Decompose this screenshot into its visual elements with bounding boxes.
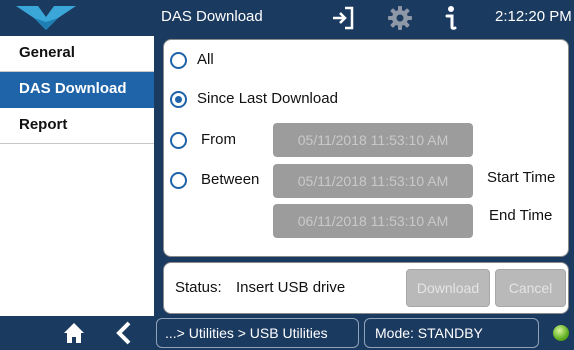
sidebar-item-general[interactable]: General xyxy=(0,36,154,72)
clock: 2:12:20 PM xyxy=(495,8,572,25)
top-bar xyxy=(0,0,574,36)
radio-selected-dot xyxy=(175,96,182,103)
logo-icon xyxy=(16,6,76,30)
radio-from[interactable] xyxy=(170,132,187,149)
page-title: DAS Download xyxy=(161,8,263,25)
end-time-label: End Time xyxy=(489,207,553,224)
radio-since-last-download[interactable] xyxy=(170,91,187,108)
status-led-icon xyxy=(553,325,569,341)
exit-icon[interactable] xyxy=(330,5,356,31)
radio-all[interactable] xyxy=(170,52,187,69)
status-label: Status: xyxy=(175,279,222,296)
cancel-button[interactable]: Cancel xyxy=(495,269,566,307)
sidebar-item-das-download[interactable]: DAS Download xyxy=(0,72,154,108)
start-time-label: Start Time xyxy=(487,169,556,186)
home-icon[interactable] xyxy=(63,322,85,344)
radio-all-label: All xyxy=(197,51,214,68)
end-date-field[interactable]: 06/11/2018 11:53:10 AM xyxy=(273,204,473,238)
sidebar-item-report[interactable]: Report xyxy=(0,108,154,144)
start-date-field[interactable]: 05/11/2018 11:53:10 AM xyxy=(273,164,473,198)
status-value: Insert USB drive xyxy=(236,279,346,296)
mode-indicator: Mode: STANDBY xyxy=(364,318,539,348)
breadcrumb[interactable]: ...> Utilities > USB Utilities xyxy=(156,318,359,348)
radio-between-label: Between xyxy=(201,171,260,188)
radio-since-last-download-label: Since Last Download xyxy=(197,90,338,107)
gear-icon[interactable] xyxy=(387,5,413,31)
info-icon[interactable] xyxy=(441,4,459,32)
radio-from-label: From xyxy=(201,131,236,148)
radio-between[interactable] xyxy=(170,172,187,189)
back-icon[interactable] xyxy=(116,321,132,345)
sidebar: General DAS Download Report xyxy=(0,36,156,316)
from-date-field[interactable]: 05/11/2018 11:53:10 AM xyxy=(273,123,473,157)
download-button[interactable]: Download xyxy=(406,269,490,307)
